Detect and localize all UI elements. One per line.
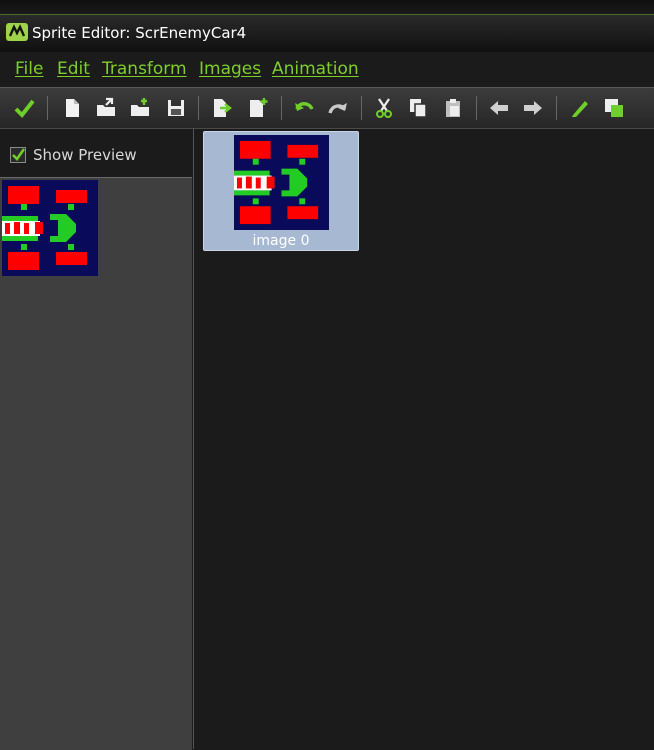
paste-button[interactable] (441, 96, 465, 120)
toolbar-divider (361, 96, 362, 120)
undo-icon (295, 102, 314, 111)
redo-button[interactable] (326, 96, 350, 120)
sprite-preview-image (2, 180, 98, 276)
toolbar-divider (281, 96, 282, 120)
create-from-file-icon (214, 99, 232, 117)
frame-tile-image-0[interactable]: image 0 (203, 131, 359, 251)
move-right-icon (524, 101, 542, 115)
title-bar[interactable]: Sprite Editor: ScrEnemyCar4 (0, 15, 654, 52)
load-strip-icon (131, 98, 149, 116)
toolbar-divider (476, 96, 477, 120)
toolbar (0, 87, 654, 129)
show-preview-label: Show Preview (33, 146, 137, 164)
menu-bar: File Edit Transform Images Animation (0, 52, 654, 86)
preview-panel (0, 177, 192, 750)
menu-transform[interactable]: Transform (102, 59, 187, 79)
add-from-file-button[interactable] (246, 96, 270, 120)
show-background-button[interactable] (602, 96, 626, 120)
gamemaker-logo-icon (6, 23, 28, 41)
frames-area: image 0 (194, 129, 654, 749)
create-from-file-button[interactable] (210, 96, 234, 120)
menu-animation[interactable]: Animation (272, 59, 359, 79)
checkbox-box[interactable] (10, 147, 26, 163)
toolbar-divider (47, 96, 48, 120)
move-left-button[interactable] (487, 96, 511, 120)
undo-button[interactable] (292, 96, 316, 120)
open-folder-icon (97, 97, 115, 116)
toolbar-divider (198, 96, 199, 120)
show-background-icon (605, 99, 623, 117)
menu-edit[interactable]: Edit (57, 59, 90, 79)
window-top-border (0, 0, 654, 15)
move-right-button[interactable] (521, 96, 545, 120)
save-icon (168, 100, 184, 116)
redo-icon (328, 103, 347, 114)
show-preview-checkbox[interactable]: Show Preview (10, 145, 137, 165)
move-left-icon (490, 101, 508, 115)
copy-icon (410, 99, 427, 118)
open-button[interactable] (94, 96, 118, 120)
edit-image-icon (572, 101, 588, 117)
add-from-file-icon (250, 98, 268, 117)
save-button[interactable] (164, 96, 188, 120)
load-strip-button[interactable] (128, 96, 152, 120)
cut-icon (376, 98, 392, 118)
edit-image-button[interactable] (568, 96, 592, 120)
menu-images[interactable]: Images (199, 59, 261, 79)
cut-button[interactable] (372, 96, 396, 120)
toolbar-divider (556, 96, 557, 120)
new-sprite-button[interactable] (60, 96, 84, 120)
checkmark-icon (12, 148, 25, 162)
menu-file[interactable]: File (15, 59, 43, 79)
sprite-frame-thumbnail (234, 135, 329, 230)
copy-button[interactable] (406, 96, 430, 120)
paste-icon (446, 99, 460, 117)
frame-label: image 0 (252, 233, 310, 249)
confirm-button[interactable] (12, 96, 36, 120)
new-sprite-icon (66, 99, 79, 117)
preview-sidebar: Show Preview (0, 129, 194, 750)
window-title: Sprite Editor: ScrEnemyCar4 (32, 24, 247, 42)
confirm-check-icon (14, 99, 35, 119)
